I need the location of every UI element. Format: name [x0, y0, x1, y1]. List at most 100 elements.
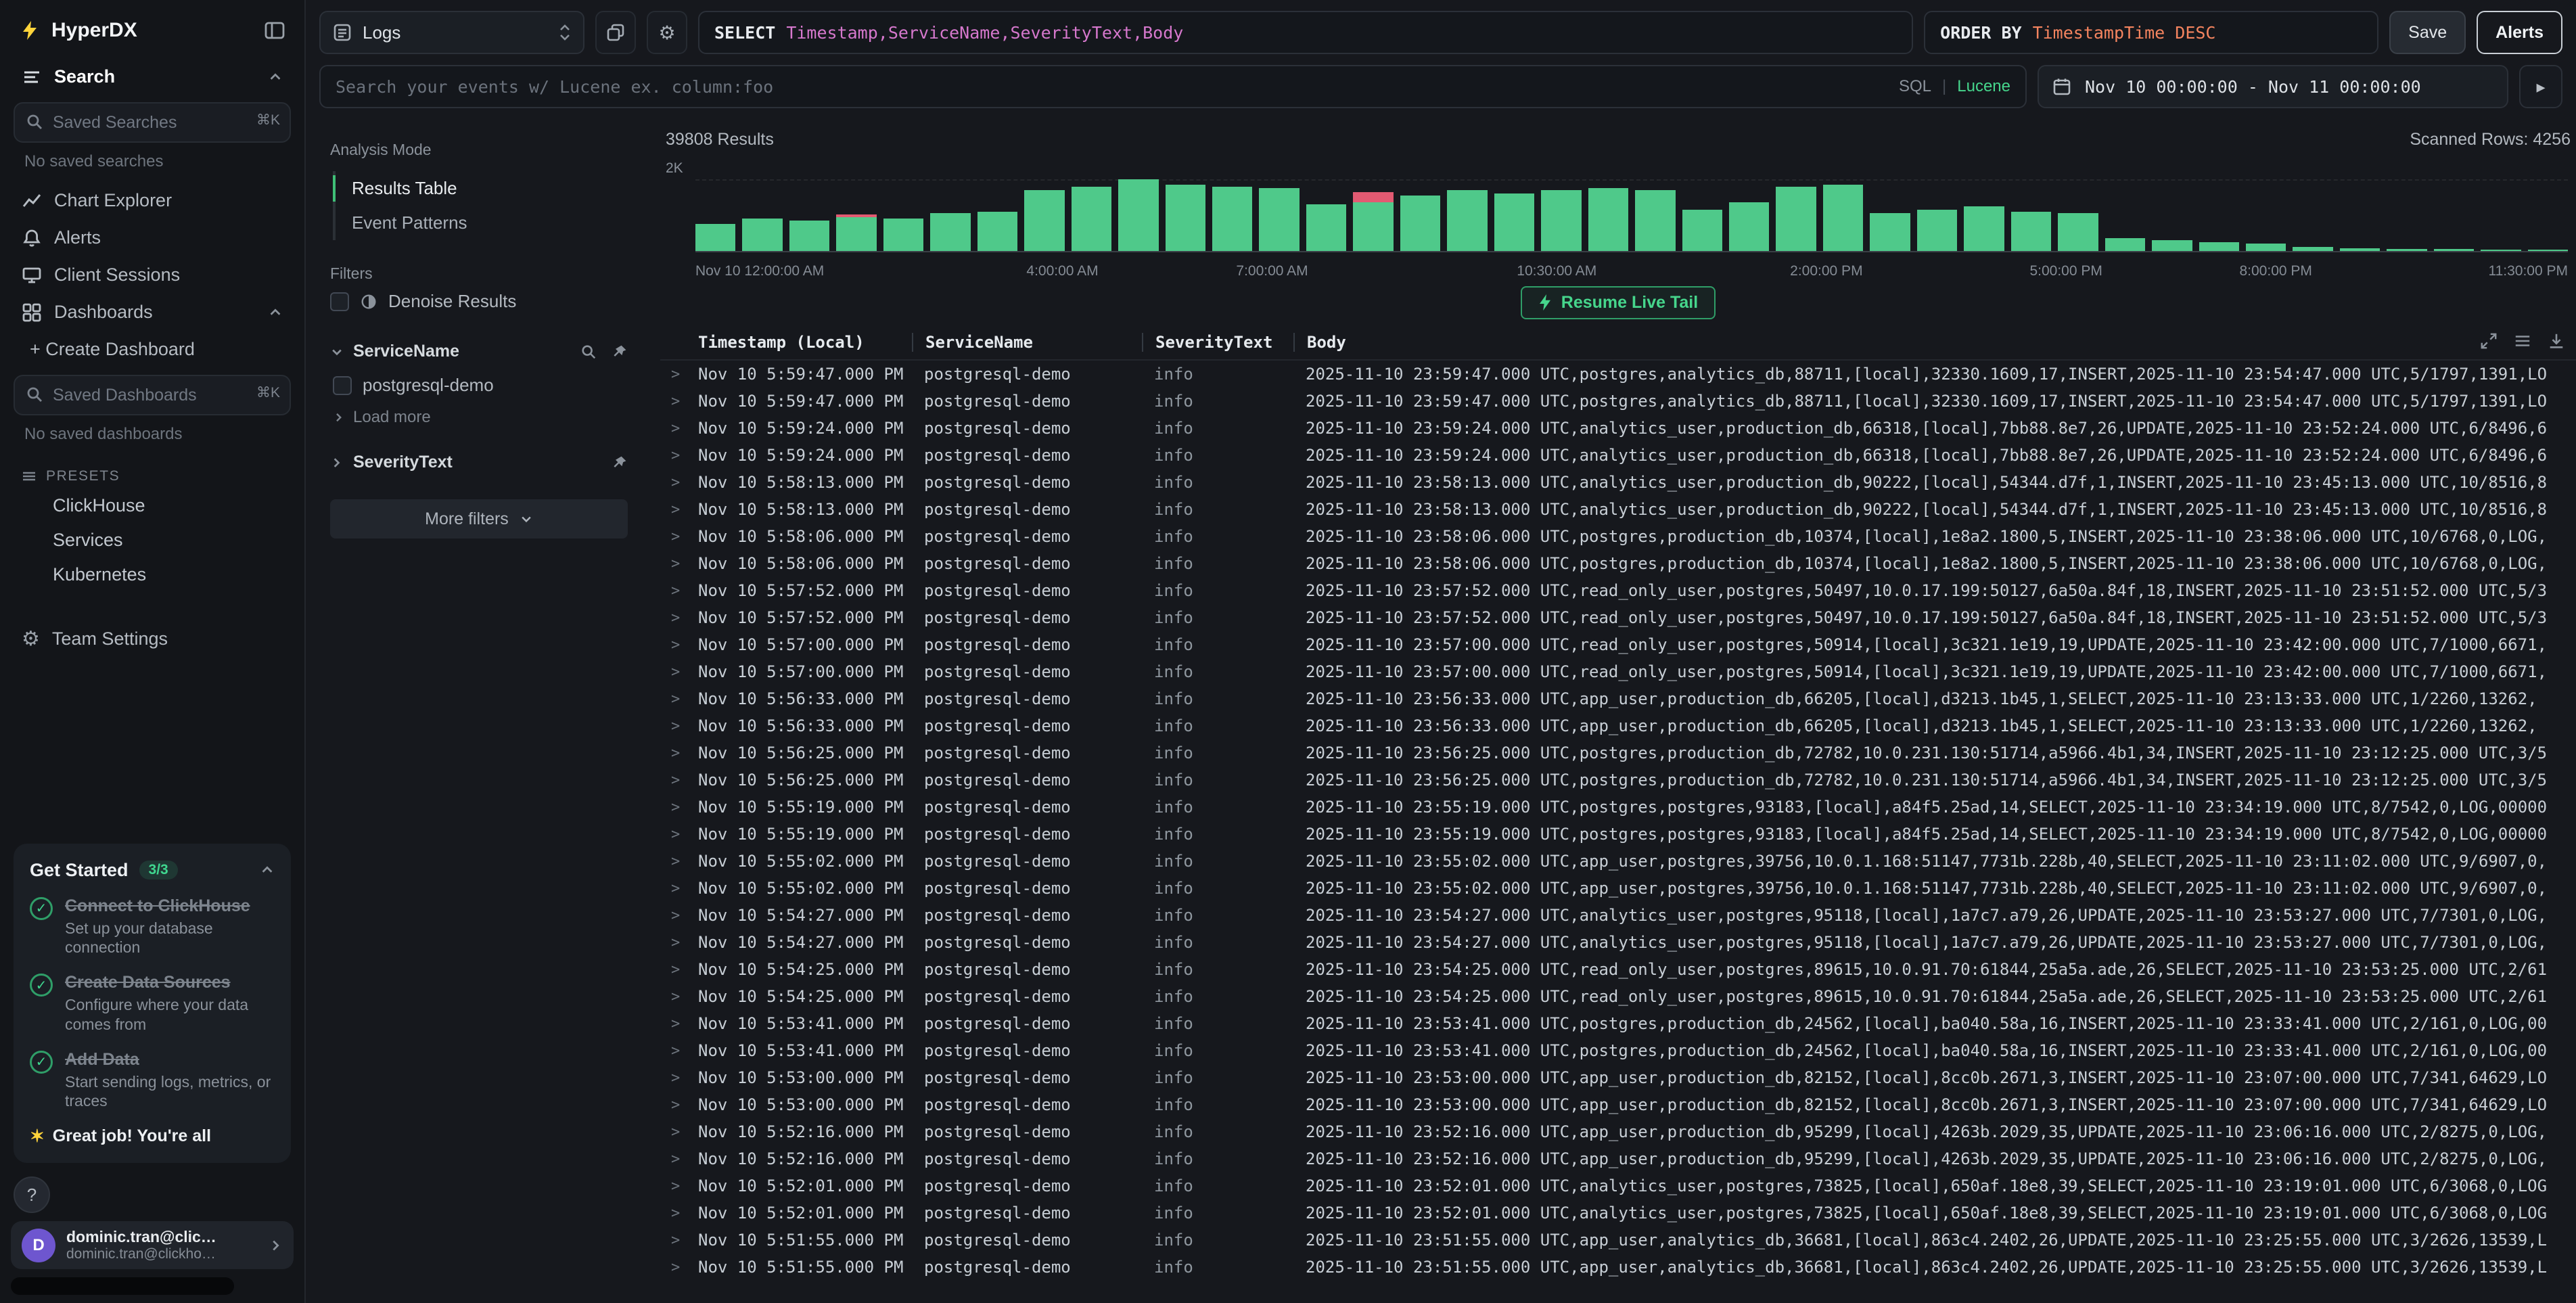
events-histogram[interactable]: 2K Nov 10 12:00:00 AM4:00:00 AM7:00:00 A…	[666, 158, 2568, 279]
log-row[interactable]: >Nov 10 5:55:02.000 PMpostgresql-demoinf…	[660, 875, 2576, 902]
log-row[interactable]: >Nov 10 5:56:25.000 PMpostgresql-demoinf…	[660, 767, 2576, 794]
download-csv-icon[interactable]	[2548, 332, 2565, 350]
log-row[interactable]: >Nov 10 5:59:24.000 PMpostgresql-demoinf…	[660, 415, 2576, 442]
run-query-button[interactable]: ▸	[2519, 65, 2562, 108]
row-expand-chevron[interactable]: >	[660, 501, 695, 518]
log-row[interactable]: >Nov 10 5:52:16.000 PMpostgresql-demoinf…	[660, 1145, 2576, 1172]
denoise-checkbox[interactable]	[330, 292, 349, 311]
filter-group-servicename[interactable]: ServiceName	[330, 336, 628, 367]
log-row[interactable]: >Nov 10 5:55:02.000 PMpostgresql-demoinf…	[660, 848, 2576, 875]
row-expand-chevron[interactable]: >	[660, 664, 695, 681]
log-row[interactable]: >Nov 10 5:57:00.000 PMpostgresql-demoinf…	[660, 631, 2576, 658]
log-row[interactable]: >Nov 10 5:59:24.000 PMpostgresql-demoinf…	[660, 442, 2576, 469]
source-select[interactable]: Logs	[319, 11, 584, 54]
row-expand-chevron[interactable]: >	[660, 1070, 695, 1087]
log-row[interactable]: >Nov 10 5:57:52.000 PMpostgresql-demoinf…	[660, 604, 2576, 631]
row-expand-chevron[interactable]: >	[660, 555, 695, 572]
col-header-severitytext[interactable]: SeverityText	[1142, 333, 1293, 352]
date-range-picker[interactable]: Nov 10 00:00:00 - Nov 11 00:00:00	[2038, 65, 2508, 108]
row-expand-chevron[interactable]: >	[660, 1043, 695, 1059]
duplicate-query-button[interactable]	[595, 11, 636, 54]
event-search-input[interactable]	[336, 77, 1885, 97]
log-row[interactable]: >Nov 10 5:59:47.000 PMpostgresql-demoinf…	[660, 361, 2576, 388]
row-expand-chevron[interactable]: >	[660, 474, 695, 491]
row-expand-chevron[interactable]: >	[660, 853, 695, 870]
log-row[interactable]: >Nov 10 5:54:25.000 PMpostgresql-demoinf…	[660, 956, 2576, 983]
log-row[interactable]: >Nov 10 5:52:01.000 PMpostgresql-demoinf…	[660, 1199, 2576, 1227]
log-row[interactable]: >Nov 10 5:52:01.000 PMpostgresql-demoinf…	[660, 1172, 2576, 1199]
mode-results-table[interactable]: Results Table	[336, 171, 628, 206]
facet-checkbox[interactable]	[333, 376, 352, 395]
log-row[interactable]: >Nov 10 5:51:55.000 PMpostgresql-demoinf…	[660, 1227, 2576, 1254]
log-row[interactable]: >Nov 10 5:56:33.000 PMpostgresql-demoinf…	[660, 712, 2576, 739]
sidebar-item-services[interactable]: Services	[11, 523, 294, 557]
saved-dashboards-input[interactable]	[14, 375, 291, 415]
sql-mode-toggle[interactable]: SQL	[1899, 77, 1931, 96]
create-dashboard-button[interactable]: + Create Dashboard	[11, 331, 294, 368]
row-expand-chevron[interactable]: >	[660, 1015, 695, 1032]
log-row[interactable]: >Nov 10 5:56:33.000 PMpostgresql-demoinf…	[660, 685, 2576, 712]
log-row[interactable]: >Nov 10 5:57:00.000 PMpostgresql-demoinf…	[660, 658, 2576, 685]
log-row[interactable]: >Nov 10 5:54:25.000 PMpostgresql-demoinf…	[660, 983, 2576, 1010]
row-expand-chevron[interactable]: >	[660, 528, 695, 545]
log-row[interactable]: >Nov 10 5:58:13.000 PMpostgresql-demoinf…	[660, 469, 2576, 496]
row-expand-chevron[interactable]: >	[660, 1124, 695, 1141]
col-header-timestamp[interactable]: Timestamp (Local)	[695, 333, 912, 352]
col-header-servicename[interactable]: ServiceName	[912, 333, 1142, 352]
row-expand-chevron[interactable]: >	[660, 582, 695, 599]
row-expand-chevron[interactable]: >	[660, 1259, 695, 1276]
log-row[interactable]: >Nov 10 5:58:06.000 PMpostgresql-demoinf…	[660, 550, 2576, 577]
row-expand-chevron[interactable]: >	[660, 420, 695, 437]
query-settings-button[interactable]: ⚙	[647, 11, 687, 54]
resume-live-tail-button[interactable]: Resume Live Tail	[1521, 286, 1716, 319]
row-expand-chevron[interactable]: >	[660, 637, 695, 654]
log-row[interactable]: >Nov 10 5:51:55.000 PMpostgresql-demoinf…	[660, 1254, 2576, 1281]
log-row[interactable]: >Nov 10 5:54:27.000 PMpostgresql-demoinf…	[660, 929, 2576, 956]
log-row[interactable]: >Nov 10 5:53:41.000 PMpostgresql-demoinf…	[660, 1037, 2576, 1064]
row-expand-chevron[interactable]: >	[660, 988, 695, 1005]
row-expand-chevron[interactable]: >	[660, 880, 695, 897]
sidebar-item-client-sessions[interactable]: Client Sessions	[11, 256, 294, 294]
log-row[interactable]: >Nov 10 5:53:41.000 PMpostgresql-demoinf…	[660, 1010, 2576, 1037]
more-filters-button[interactable]: More filters	[330, 499, 628, 539]
order-by-field[interactable]: ORDER BY TimestampTime DESC	[1924, 11, 2378, 54]
expand-table-icon[interactable]	[2480, 332, 2498, 350]
help-button[interactable]: ?	[14, 1176, 50, 1213]
sidebar-item-dashboards[interactable]: Dashboards	[11, 294, 294, 331]
log-row[interactable]: >Nov 10 5:52:16.000 PMpostgresql-demoinf…	[660, 1118, 2576, 1145]
col-header-body[interactable]: Body	[1293, 333, 2576, 352]
row-expand-chevron[interactable]: >	[660, 1097, 695, 1114]
log-row[interactable]: >Nov 10 5:58:06.000 PMpostgresql-demoinf…	[660, 523, 2576, 550]
sidebar-item-clickhouse[interactable]: ClickHouse	[11, 488, 294, 523]
table-settings-icon[interactable]	[2514, 332, 2531, 350]
log-row[interactable]: >Nov 10 5:53:00.000 PMpostgresql-demoinf…	[660, 1091, 2576, 1118]
log-row[interactable]: >Nov 10 5:53:00.000 PMpostgresql-demoinf…	[660, 1064, 2576, 1091]
row-expand-chevron[interactable]: >	[660, 610, 695, 626]
row-expand-chevron[interactable]: >	[660, 799, 695, 816]
log-row[interactable]: >Nov 10 5:54:27.000 PMpostgresql-demoinf…	[660, 902, 2576, 929]
sidebar-item-chart-explorer[interactable]: Chart Explorer	[11, 182, 294, 219]
log-row[interactable]: >Nov 10 5:55:19.000 PMpostgresql-demoinf…	[660, 821, 2576, 848]
row-expand-chevron[interactable]: >	[660, 447, 695, 464]
log-row[interactable]: >Nov 10 5:59:47.000 PMpostgresql-demoinf…	[660, 388, 2576, 415]
pin-icon[interactable]	[612, 344, 628, 360]
row-expand-chevron[interactable]: >	[660, 772, 695, 789]
row-expand-chevron[interactable]: >	[660, 1232, 695, 1249]
row-expand-chevron[interactable]: >	[660, 1151, 695, 1168]
row-expand-chevron[interactable]: >	[660, 826, 695, 843]
mode-event-patterns[interactable]: Event Patterns	[336, 206, 628, 240]
sidebar-item-kubernetes[interactable]: Kubernetes	[11, 557, 294, 592]
filter-group-severitytext[interactable]: SeverityText	[330, 447, 628, 478]
chevron-up-icon[interactable]	[260, 863, 275, 877]
lucene-mode-toggle[interactable]: Lucene	[1957, 77, 2010, 96]
log-row[interactable]: >Nov 10 5:58:13.000 PMpostgresql-demoinf…	[660, 496, 2576, 523]
log-row[interactable]: >Nov 10 5:55:19.000 PMpostgresql-demoinf…	[660, 794, 2576, 821]
row-expand-chevron[interactable]: >	[660, 934, 695, 951]
row-expand-chevron[interactable]: >	[660, 1205, 695, 1222]
row-expand-chevron[interactable]: >	[660, 718, 695, 735]
row-expand-chevron[interactable]: >	[660, 366, 695, 383]
load-more-button[interactable]: Load more	[330, 404, 628, 431]
row-expand-chevron[interactable]: >	[660, 961, 695, 978]
log-row[interactable]: >Nov 10 5:57:52.000 PMpostgresql-demoinf…	[660, 577, 2576, 604]
facet-postgresql-demo[interactable]: postgresql-demo	[330, 367, 628, 404]
